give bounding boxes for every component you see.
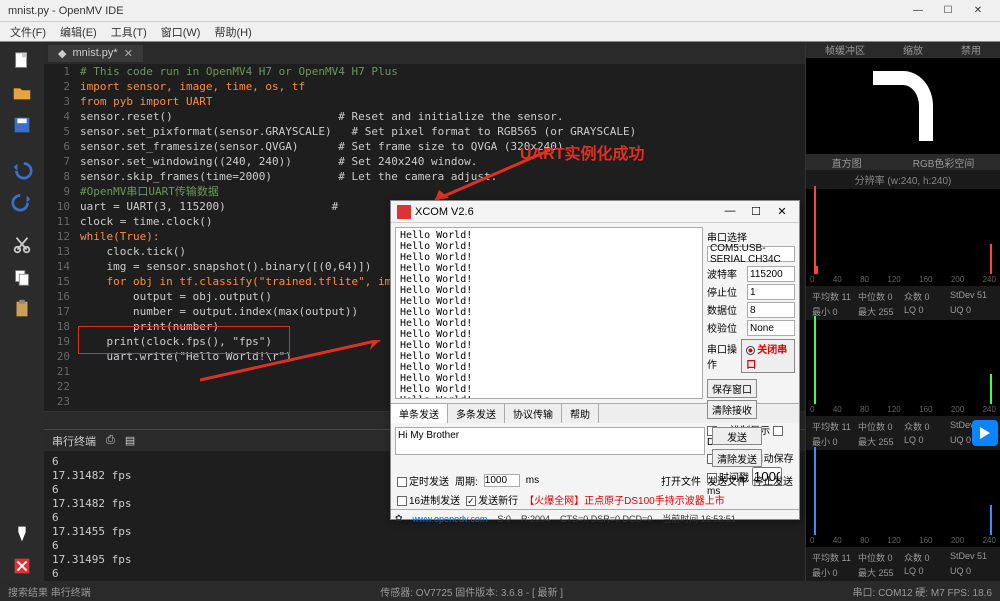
period-input[interactable] <box>484 474 520 487</box>
terminal-title: 串行终端 <box>52 433 96 449</box>
histogram-green: 04080120160200240 <box>806 320 1000 417</box>
cut-button[interactable] <box>4 230 40 260</box>
left-toolbar <box>0 42 44 581</box>
open-file-button[interactable] <box>4 78 40 108</box>
stop-send-button[interactable]: 停止发送 <box>753 473 793 488</box>
editor-tab[interactable]: ◆ mnist.py* ✕ <box>48 45 143 62</box>
clear-recv-button[interactable]: 清除接收 <box>707 400 757 419</box>
minimize-button[interactable]: — <box>904 2 932 20</box>
menu-help[interactable]: 帮助(H) <box>208 22 257 42</box>
tab-close-icon[interactable]: ✕ <box>124 47 133 60</box>
tab-multi[interactable]: 多条发送 <box>448 404 505 423</box>
xcom-sidebar: 串口选择 COM5:USB-SERIAL CH34C 波特率115200 停止位… <box>707 223 799 403</box>
new-file-button[interactable] <box>4 46 40 76</box>
xcom-icon <box>397 205 411 219</box>
right-panel: 帧缓冲区 缩放 禁用 直方图 RGB色彩空间 分辨率 (w:240, h:240… <box>805 42 1000 581</box>
connect-button[interactable] <box>4 519 40 549</box>
save-button[interactable] <box>4 110 40 140</box>
send-file-button[interactable]: 发送文件 <box>707 473 747 488</box>
window-titlebar: mnist.py - OpenMV IDE — ☐ ✕ <box>0 0 1000 22</box>
baud-select[interactable]: 115200 <box>747 266 795 282</box>
redo-button[interactable] <box>4 186 40 216</box>
clear-send-button[interactable]: 清除发送 <box>712 449 762 467</box>
status-left: 搜索结果 串行终端 <box>8 584 91 599</box>
stop-select[interactable]: 1 <box>747 284 795 300</box>
undo-button[interactable] <box>4 154 40 184</box>
maximize-button[interactable]: ☐ <box>934 2 962 20</box>
newline-checkbox[interactable] <box>466 496 476 506</box>
menu-edit[interactable]: 编辑(E) <box>54 22 103 42</box>
zoom-button[interactable]: 缩放 <box>903 42 923 57</box>
close-button[interactable]: ✕ <box>964 2 992 20</box>
xcom-min[interactable]: — <box>719 205 741 218</box>
bottom-statusbar: 搜索结果 串行终端 传感器: OV7725 固件版本: 3.6.8 - [ 最新… <box>0 581 1000 601</box>
run-button[interactable] <box>972 420 998 446</box>
menu-file[interactable]: 文件(F) <box>4 22 52 42</box>
tab-indicator: ◆ <box>58 47 66 60</box>
framebuffer-label: 帧缓冲区 <box>825 42 865 57</box>
colorspace-label[interactable]: RGB色彩空间 <box>913 155 975 170</box>
paste-button[interactable] <box>4 294 40 324</box>
status-port: 串口: COM12 硬: M7 FPS: 18.6 <box>853 584 992 599</box>
menu-window[interactable]: 窗口(W) <box>155 22 207 42</box>
terminal-icon2[interactable]: ▤ <box>125 434 135 447</box>
tab-filename: mnist.py* <box>72 47 117 59</box>
xcom-title: XCOM V2.6 <box>415 206 719 218</box>
xcom-close[interactable]: ✕ <box>771 205 793 218</box>
xcom-window[interactable]: XCOM V2.6 — ☐ ✕ Hello World!Hello World!He… <box>390 200 800 520</box>
histogram-label: 直方图 <box>832 155 862 170</box>
window-title: mnist.py - OpenMV IDE <box>8 5 904 17</box>
histogram-blue: 04080120160200240 <box>806 450 1000 547</box>
open-file-button[interactable]: 打开文件 <box>661 473 701 488</box>
copy-button[interactable] <box>4 262 40 292</box>
timed-checkbox[interactable] <box>397 477 407 487</box>
hex-send-checkbox[interactable] <box>397 496 407 506</box>
histogram-red: 04080120160200240 <box>806 189 1000 286</box>
xcom-output[interactable]: Hello World!Hello World!Hello World!Hell… <box>395 227 703 399</box>
status-sensor: 传感器: OV7725 固件版本: 3.6.8 - [ 最新 ] <box>380 584 563 599</box>
menubar: 文件(F) 编辑(E) 工具(T) 窗口(W) 帮助(H) <box>0 22 1000 42</box>
parity-select[interactable]: None <box>747 320 795 336</box>
xcom-titlebar[interactable]: XCOM V2.6 — ☐ ✕ <box>391 201 799 223</box>
dtr-checkbox[interactable] <box>773 426 783 436</box>
xcom-link[interactable]: www.openedv.com <box>413 514 488 524</box>
editor-tabbar: ◆ mnist.py* ✕ <box>44 42 805 64</box>
stop-button[interactable] <box>4 551 40 581</box>
tab-single[interactable]: 单条发送 <box>391 404 448 423</box>
disable-button[interactable]: 禁用 <box>961 42 981 57</box>
save-window-button[interactable]: 保存窗口 <box>707 379 757 398</box>
close-port-button[interactable]: 关闭串口 <box>741 339 795 373</box>
menu-tools[interactable]: 工具(T) <box>105 22 153 42</box>
send-input[interactable]: Hi My Brother <box>395 427 705 455</box>
port-select[interactable]: COM5:USB-SERIAL CH34C <box>707 246 795 262</box>
frame-preview <box>806 58 1000 155</box>
tab-protocol[interactable]: 协议传输 <box>505 404 562 423</box>
send-button[interactable]: 发送 <box>712 427 762 445</box>
window-buttons: — ☐ ✕ <box>904 2 992 20</box>
xcom-max[interactable]: ☐ <box>745 205 767 218</box>
terminal-icon[interactable]: ⎙ <box>106 434 115 447</box>
data-select[interactable]: 8 <box>747 302 795 318</box>
tab-help[interactable]: 帮助 <box>562 404 599 423</box>
